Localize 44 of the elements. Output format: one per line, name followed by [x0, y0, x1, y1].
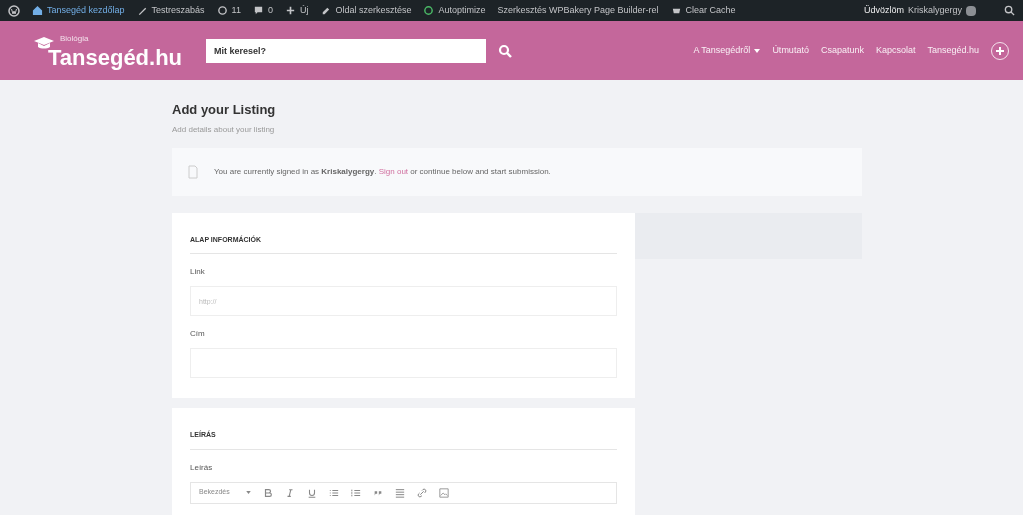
bold-icon[interactable] — [262, 487, 273, 498]
caret-icon — [754, 48, 761, 53]
admin-bar-link[interactable]: Oldal szerkesztése — [335, 3, 412, 18]
wordpress-logo-icon[interactable] — [8, 4, 20, 17]
numbered-list-icon[interactable] — [350, 487, 361, 498]
notice-text: You are currently signed in as Kriskalygergy. Sign out or continue below and start submission. — [214, 165, 551, 178]
nav-link[interactable]: A Tansegédről — [693, 43, 761, 58]
page-subtitle: Add details about your listing — [172, 123, 276, 136]
field-label: Leírás — [190, 461, 214, 474]
home-icon — [32, 5, 43, 16]
admin-bar-link[interactable]: 0 — [267, 3, 273, 18]
admin-bar-link[interactable]: Új — [299, 3, 309, 18]
field-label: Cím — [190, 328, 206, 340]
admin-bar-link[interactable]: 11 — [231, 3, 241, 18]
underline-icon[interactable] — [306, 487, 317, 498]
admin-bar-link[interactable]: Szerkesztés WPBakery Page Builder-rel — [497, 3, 659, 18]
pencil-icon — [320, 5, 332, 16]
document-icon — [188, 164, 198, 179]
nav-link[interactable]: Útmutató — [772, 43, 809, 58]
search-field[interactable]: Mit keresel? — [206, 38, 487, 63]
link-icon[interactable] — [416, 487, 427, 498]
search-icon[interactable] — [1004, 5, 1015, 16]
greeting-text: Üdvözlöm — [863, 3, 904, 17]
admin-bar-link[interactable]: Testreszabás — [151, 3, 205, 18]
circle-icon — [423, 5, 435, 16]
admin-bar-link[interactable]: Autoptimize — [438, 3, 486, 18]
logo-tagline: Biológia — [60, 32, 89, 45]
field-label: Link — [190, 266, 206, 278]
page-title: Add your Listing — [172, 101, 277, 119]
align-icon[interactable] — [394, 487, 405, 498]
site-logo[interactable]: Tansegéd.hu — [48, 46, 183, 69]
comment-icon — [252, 5, 264, 16]
bulleted-list-icon[interactable] — [328, 487, 339, 498]
admin-bar-link[interactable]: Clear Cache — [685, 3, 736, 18]
avatar-placeholder — [966, 5, 976, 16]
user-link[interactable]: Kriskalygergy — [907, 3, 962, 18]
nav-link[interactable]: Csapatunk — [820, 43, 864, 58]
plus-icon — [284, 5, 296, 16]
site-link[interactable]: Tansegéd kezdőlap — [47, 3, 125, 18]
plus-icon — [996, 46, 1004, 55]
image-icon[interactable] — [438, 487, 449, 498]
graduation-cap-icon — [34, 36, 54, 49]
caret-icon — [245, 491, 251, 494]
nav-link[interactable]: Kapcsolat — [875, 43, 916, 58]
